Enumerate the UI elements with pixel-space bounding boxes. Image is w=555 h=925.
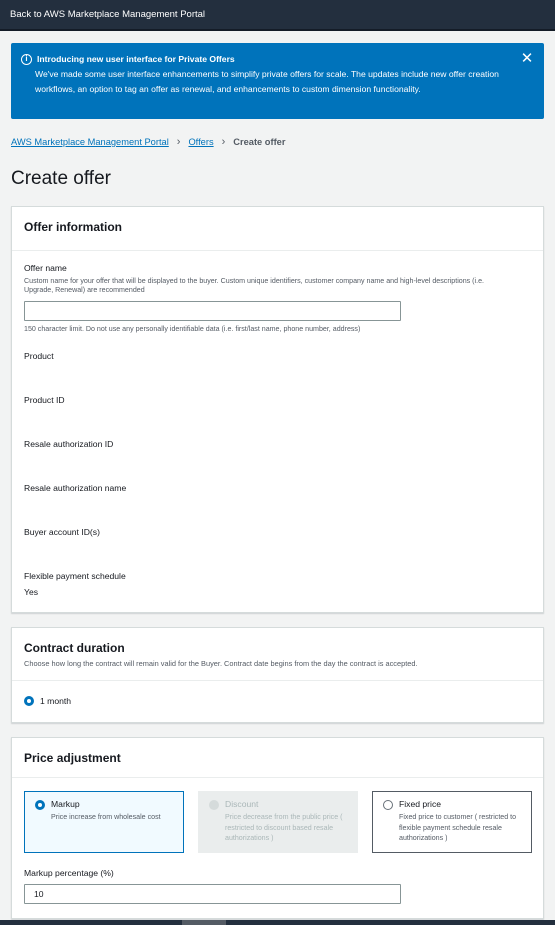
buyer-account-ids-field: Buyer account ID(s): [24, 527, 100, 544]
offer-name-field: Offer name Custom name for your offer th…: [24, 263, 514, 333]
close-icon[interactable]: ✕: [520, 51, 534, 66]
markup-option-label: Markup: [51, 799, 80, 809]
discount-option-label: Discount: [225, 799, 259, 809]
card-header: Price adjustment: [12, 738, 543, 778]
resale-authorization-id-field: Resale authorization ID: [24, 439, 113, 456]
flexible-payment-schedule-label: Flexible payment schedule: [24, 571, 126, 581]
fixed-price-option-tile[interactable]: Fixed price Fixed price to customer ( re…: [372, 791, 532, 853]
top-bar: Back to AWS Marketplace Management Porta…: [0, 0, 555, 31]
discount-option-tile: Discount Price decrease from the public …: [198, 791, 358, 853]
breadcrumb-portal-link[interactable]: AWS Marketplace Management Portal: [11, 136, 169, 148]
bottom-bar: [0, 920, 555, 925]
page-title: Create offer: [11, 168, 111, 189]
card-header: Contract duration Choose how long the co…: [12, 628, 543, 681]
markup-percentage-field: Markup percentage (%): [24, 868, 401, 904]
offer-name-input[interactable]: [24, 301, 401, 321]
banner-body: We've made some user interface enhanceme…: [35, 69, 499, 94]
offer-name-description: Custom name for your offer that will be …: [24, 277, 485, 294]
one-month-radio-option[interactable]: 1 month: [24, 696, 531, 706]
resale-authorization-name-field: Resale authorization name: [24, 483, 126, 500]
price-adjustment-title: Price adjustment: [24, 751, 121, 765]
offer-information-card: Offer information Offer name Custom name…: [11, 206, 544, 613]
product-id-label: Product ID: [24, 395, 65, 405]
one-month-label: 1 month: [40, 696, 72, 706]
contract-duration-title: Contract duration: [24, 641, 125, 655]
card-header: Offer information: [12, 207, 543, 251]
banner-title: Introducing new user interface for Priva…: [37, 54, 235, 64]
breadcrumb: AWS Marketplace Management Portal › Offe…: [11, 136, 285, 148]
product-id-field: Product ID: [24, 395, 65, 412]
offer-name-constraint: 150 character limit. Do not use any pers…: [24, 325, 361, 333]
resale-authorization-name-label: Resale authorization name: [24, 483, 127, 493]
radio-button[interactable]: [383, 799, 393, 810]
contract-duration-card: Contract duration Choose how long the co…: [11, 627, 544, 723]
markup-option-description: Price increase from wholesale cost: [51, 813, 161, 821]
offer-information-title: Offer information: [24, 220, 122, 234]
info-icon: i: [21, 54, 32, 65]
markup-percentage-label: Markup percentage (%): [24, 868, 114, 878]
markup-option-tile[interactable]: Markup Price increase from wholesale cos…: [24, 791, 184, 853]
breadcrumb-offers-link[interactable]: Offers: [188, 136, 213, 148]
price-adjustment-options: Markup Price increase from wholesale cos…: [24, 791, 532, 853]
resale-authorization-id-label: Resale authorization ID: [24, 439, 114, 449]
product-field: Product: [24, 351, 54, 368]
markup-percentage-input[interactable]: [24, 884, 401, 904]
scroll-indicator: [182, 920, 226, 925]
info-banner: i Introducing new user interface for Pri…: [11, 43, 544, 119]
radio-button[interactable]: [24, 696, 34, 706]
back-to-portal-link[interactable]: Back to AWS Marketplace Management Porta…: [10, 9, 205, 20]
contract-duration-description: Choose how long the contract will remain…: [24, 659, 418, 668]
radio-button[interactable]: [35, 799, 45, 810]
chevron-right-icon: ›: [176, 136, 181, 148]
flexible-payment-schedule-field: Flexible payment schedule Yes: [24, 571, 126, 598]
buyer-account-ids-label: Buyer account ID(s): [24, 527, 100, 537]
fixed-price-option-label: Fixed price: [399, 799, 442, 809]
chevron-right-icon: ›: [221, 136, 226, 148]
radio-button: [209, 799, 219, 810]
price-adjustment-card: Price adjustment Markup Price increase f…: [11, 737, 544, 919]
product-label: Product: [24, 351, 54, 361]
offer-name-label: Offer name: [24, 263, 67, 273]
fixed-price-option-description: Fixed price to customer ( restricted to …: [399, 813, 517, 842]
discount-option-description: Price decrease from the public price ( r…: [225, 813, 343, 842]
flexible-payment-schedule-value: Yes: [24, 587, 39, 597]
breadcrumb-current: Create offer: [233, 137, 286, 147]
